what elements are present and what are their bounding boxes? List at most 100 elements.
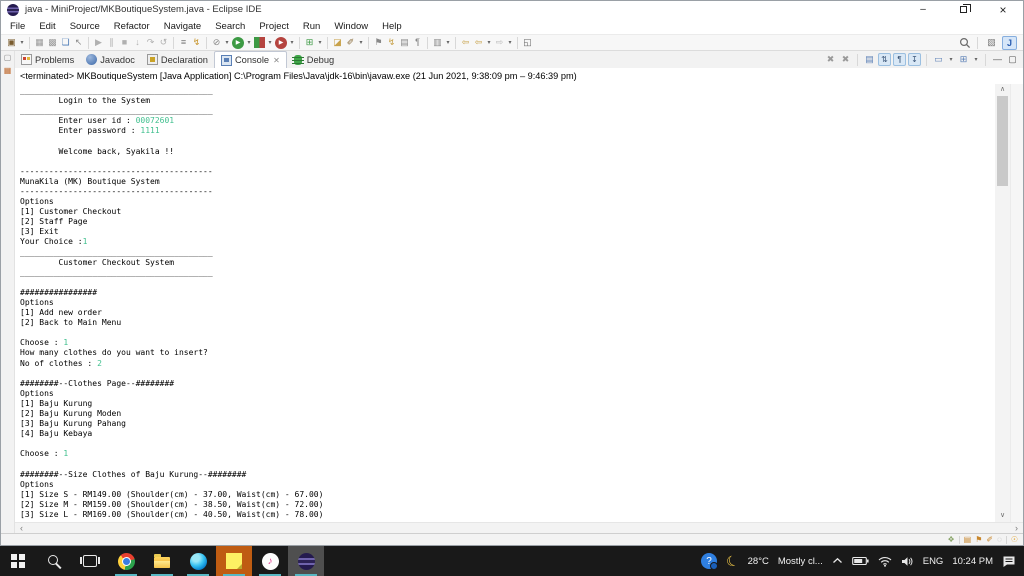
dropdown-caret-icon[interactable]: ▾: [245, 39, 253, 46]
scroll-right-icon[interactable]: ›: [1015, 523, 1018, 533]
menu-navigate[interactable]: Navigate: [157, 21, 209, 32]
pin-editor-icon[interactable]: ▥: [431, 35, 444, 50]
scrollbar-thumb[interactable]: [997, 96, 1008, 186]
file-explorer-button[interactable]: [144, 546, 180, 576]
dropdown-caret-icon[interactable]: ▾: [972, 56, 980, 63]
scroll-down-icon[interactable]: ∨: [995, 510, 1010, 522]
menu-help[interactable]: Help: [375, 21, 409, 32]
java-perspective-button[interactable]: J: [1002, 36, 1017, 50]
tray-overflow-chevron-icon[interactable]: [832, 557, 843, 565]
chrome-button[interactable]: [108, 546, 144, 576]
resume-icon[interactable]: ▶: [92, 35, 105, 50]
open-perspective-icon[interactable]: ▧: [984, 36, 999, 50]
new-java-project-icon[interactable]: ⊞: [303, 35, 316, 50]
dropdown-caret-icon[interactable]: ▾: [316, 39, 324, 46]
dropdown-caret-icon[interactable]: ▾: [506, 39, 514, 46]
dropdown-caret-icon[interactable]: ▾: [18, 39, 26, 46]
restore-views-icon[interactable]: ▢: [4, 53, 12, 63]
pin-console-icon[interactable]: ↧: [908, 53, 921, 66]
dropdown-caret-icon[interactable]: ▾: [444, 39, 452, 46]
start-button[interactable]: [0, 546, 36, 576]
open-type-icon[interactable]: ◪: [331, 35, 344, 50]
step-return-icon[interactable]: ↺: [157, 35, 170, 50]
skip-breakpoints-icon[interactable]: ⊘: [210, 35, 223, 50]
scroll-lock-icon[interactable]: ⇅: [878, 53, 891, 66]
menu-refactor[interactable]: Refactor: [107, 21, 157, 32]
pilcrow-icon[interactable]: ¶: [411, 35, 424, 50]
dropdown-caret-icon[interactable]: ▾: [485, 39, 493, 46]
forward-icon[interactable]: ⇨: [493, 35, 506, 50]
back-history-icon[interactable]: ⇦: [472, 35, 485, 50]
taskbar-search-button[interactable]: [36, 546, 72, 576]
menu-source[interactable]: Source: [63, 21, 107, 32]
run-icon[interactable]: ▶: [232, 37, 244, 49]
restore-button[interactable]: [943, 1, 983, 18]
save-all-icon[interactable]: ▩: [46, 35, 59, 50]
search-ref-icon[interactable]: ✐: [344, 35, 357, 50]
clock[interactable]: 10:24 PM: [952, 556, 993, 567]
wifi-icon[interactable]: [878, 556, 892, 567]
tab-javadoc[interactable]: Javadoc: [80, 51, 141, 68]
remove-launch-icon[interactable]: ✖: [824, 52, 837, 67]
step-over-icon[interactable]: ↷: [144, 35, 157, 50]
sticky-notes-button[interactable]: [216, 546, 252, 576]
tab-problems[interactable]: Problems: [15, 51, 80, 68]
weather-moon-icon[interactable]: ☾: [724, 552, 741, 569]
eclipse-button[interactable]: [288, 546, 324, 576]
menu-edit[interactable]: Edit: [32, 21, 62, 32]
heap-status-icon[interactable]: ❖: [947, 536, 954, 544]
menu-file[interactable]: File: [3, 21, 32, 32]
tab-declaration[interactable]: Declaration: [141, 51, 214, 68]
new-wizard-icon[interactable]: ▣: [5, 35, 18, 50]
edge-button[interactable]: [180, 546, 216, 576]
mark-occurrences-icon[interactable]: ≡: [177, 35, 190, 50]
profile-icon[interactable]: ▶: [275, 37, 287, 49]
selection-icon[interactable]: ↖: [72, 35, 85, 50]
menu-window[interactable]: Window: [327, 21, 375, 32]
annotation-icon[interactable]: ⚑: [372, 35, 385, 50]
minimize-button[interactable]: –: [903, 1, 943, 18]
format-icon[interactable]: ↯: [190, 35, 203, 50]
show-selected-icon[interactable]: ▤: [398, 35, 411, 50]
task-view-button[interactable]: [72, 546, 108, 576]
dropdown-caret-icon[interactable]: ▾: [223, 39, 231, 46]
weather-temperature[interactable]: 28°C: [748, 556, 769, 567]
terminate-icon[interactable]: ■: [118, 35, 131, 50]
horizontal-scrollbar[interactable]: ‹ ›: [15, 522, 1023, 533]
display-console-icon[interactable]: ▭: [932, 52, 945, 67]
battery-icon[interactable]: [852, 556, 869, 566]
itunes-button[interactable]: [252, 546, 288, 576]
search-icon[interactable]: [959, 37, 971, 49]
help-tips-icon[interactable]: ?: [701, 553, 717, 569]
last-edit-icon[interactable]: ◱: [521, 35, 534, 50]
clear-console-icon[interactable]: ▤: [863, 52, 876, 67]
dropdown-caret-icon[interactable]: ▾: [266, 39, 274, 46]
coverage-icon[interactable]: [254, 37, 265, 48]
external-tools-icon[interactable]: ↯: [385, 35, 398, 50]
tasks-icon[interactable]: ▤: [964, 536, 972, 544]
bookmark-icon[interactable]: ⚑: [975, 536, 982, 544]
dropdown-caret-icon[interactable]: ▾: [357, 39, 365, 46]
open-console-icon[interactable]: ⊞: [957, 52, 970, 67]
tip-icon[interactable]: ☉: [1011, 536, 1018, 544]
close-tab-icon[interactable]: ✕: [273, 56, 280, 65]
language-indicator[interactable]: ENG: [923, 556, 944, 567]
progress-icon[interactable]: ◌: [997, 536, 1002, 544]
dropdown-caret-icon[interactable]: ▾: [947, 56, 955, 63]
remove-all-launches-icon[interactable]: ✖: [839, 52, 852, 67]
menu-search[interactable]: Search: [208, 21, 252, 32]
open-task-icon[interactable]: ❏: [59, 35, 72, 50]
vertical-scrollbar[interactable]: ∧ ∨: [995, 84, 1010, 522]
action-center-icon[interactable]: [1002, 555, 1016, 568]
tab-console[interactable]: Console ✕: [214, 51, 287, 68]
suspend-icon[interactable]: ∥: [105, 35, 118, 50]
minimized-view-icon[interactable]: ▦: [4, 66, 12, 76]
volume-icon[interactable]: [901, 556, 914, 567]
menu-project[interactable]: Project: [252, 21, 296, 32]
step-into-icon[interactable]: ↓: [131, 35, 144, 50]
scroll-left-icon[interactable]: ‹: [20, 523, 23, 533]
close-button[interactable]: ×: [983, 1, 1023, 18]
minimize-view-icon[interactable]: —: [991, 52, 1004, 67]
edit-marker-icon[interactable]: ✐: [986, 536, 993, 544]
save-icon[interactable]: ▦: [33, 35, 46, 50]
